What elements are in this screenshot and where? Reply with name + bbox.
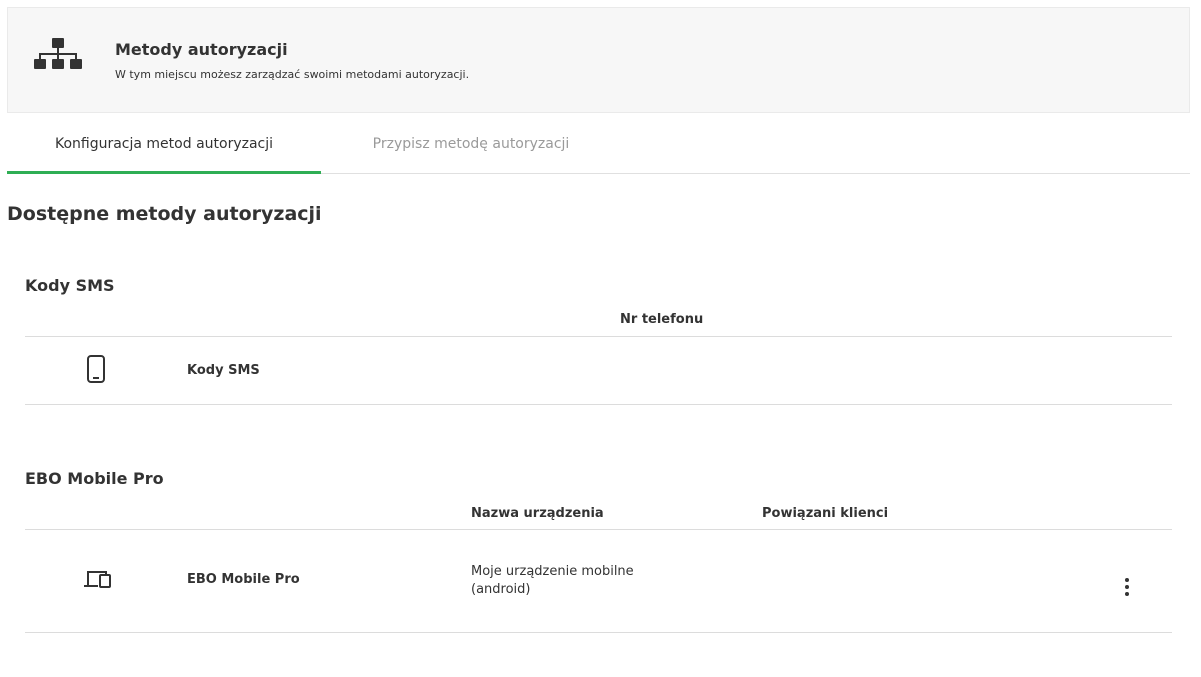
tab-bar: Konfiguracja metod autoryzacji Przypisz …: [7, 114, 1190, 174]
more-vertical-icon[interactable]: [1117, 576, 1137, 602]
table-divider: [25, 404, 1172, 405]
table-divider: [25, 336, 1172, 337]
group-title-ebo: EBO Mobile Pro: [25, 469, 164, 488]
column-header-device-name: Nazwa urządzenia: [471, 506, 604, 521]
table-divider: [25, 632, 1172, 633]
page-title: Metody autoryzacji: [115, 40, 288, 59]
header-card: Metody autoryzacji W tym miejscu możesz …: [7, 7, 1190, 113]
group-title-sms: Kody SMS: [25, 276, 115, 295]
device-name-line2: (android): [471, 582, 531, 597]
device-name-line1: Moje urządzenie mobilne: [471, 564, 634, 579]
tab-konfiguracja[interactable]: Konfiguracja metod autoryzacji: [7, 114, 321, 174]
table-divider: [25, 529, 1172, 530]
column-header-linked-clients: Powiązani klienci: [762, 506, 889, 521]
section-title: Dostępne metody autoryzacji: [7, 203, 322, 225]
smartphone-icon: [87, 355, 105, 383]
sms-method-name: Kody SMS: [187, 363, 260, 378]
ebo-method-name: EBO Mobile Pro: [187, 572, 300, 587]
tab-przypisz[interactable]: Przypisz metodę autoryzacji: [321, 114, 621, 174]
column-header-phone: Nr telefonu: [620, 312, 704, 327]
page-subtitle: W tym miejscu możesz zarządzać swoimi me…: [115, 68, 470, 81]
devices-icon: [84, 571, 111, 588]
sitemap-icon: [34, 38, 82, 69]
